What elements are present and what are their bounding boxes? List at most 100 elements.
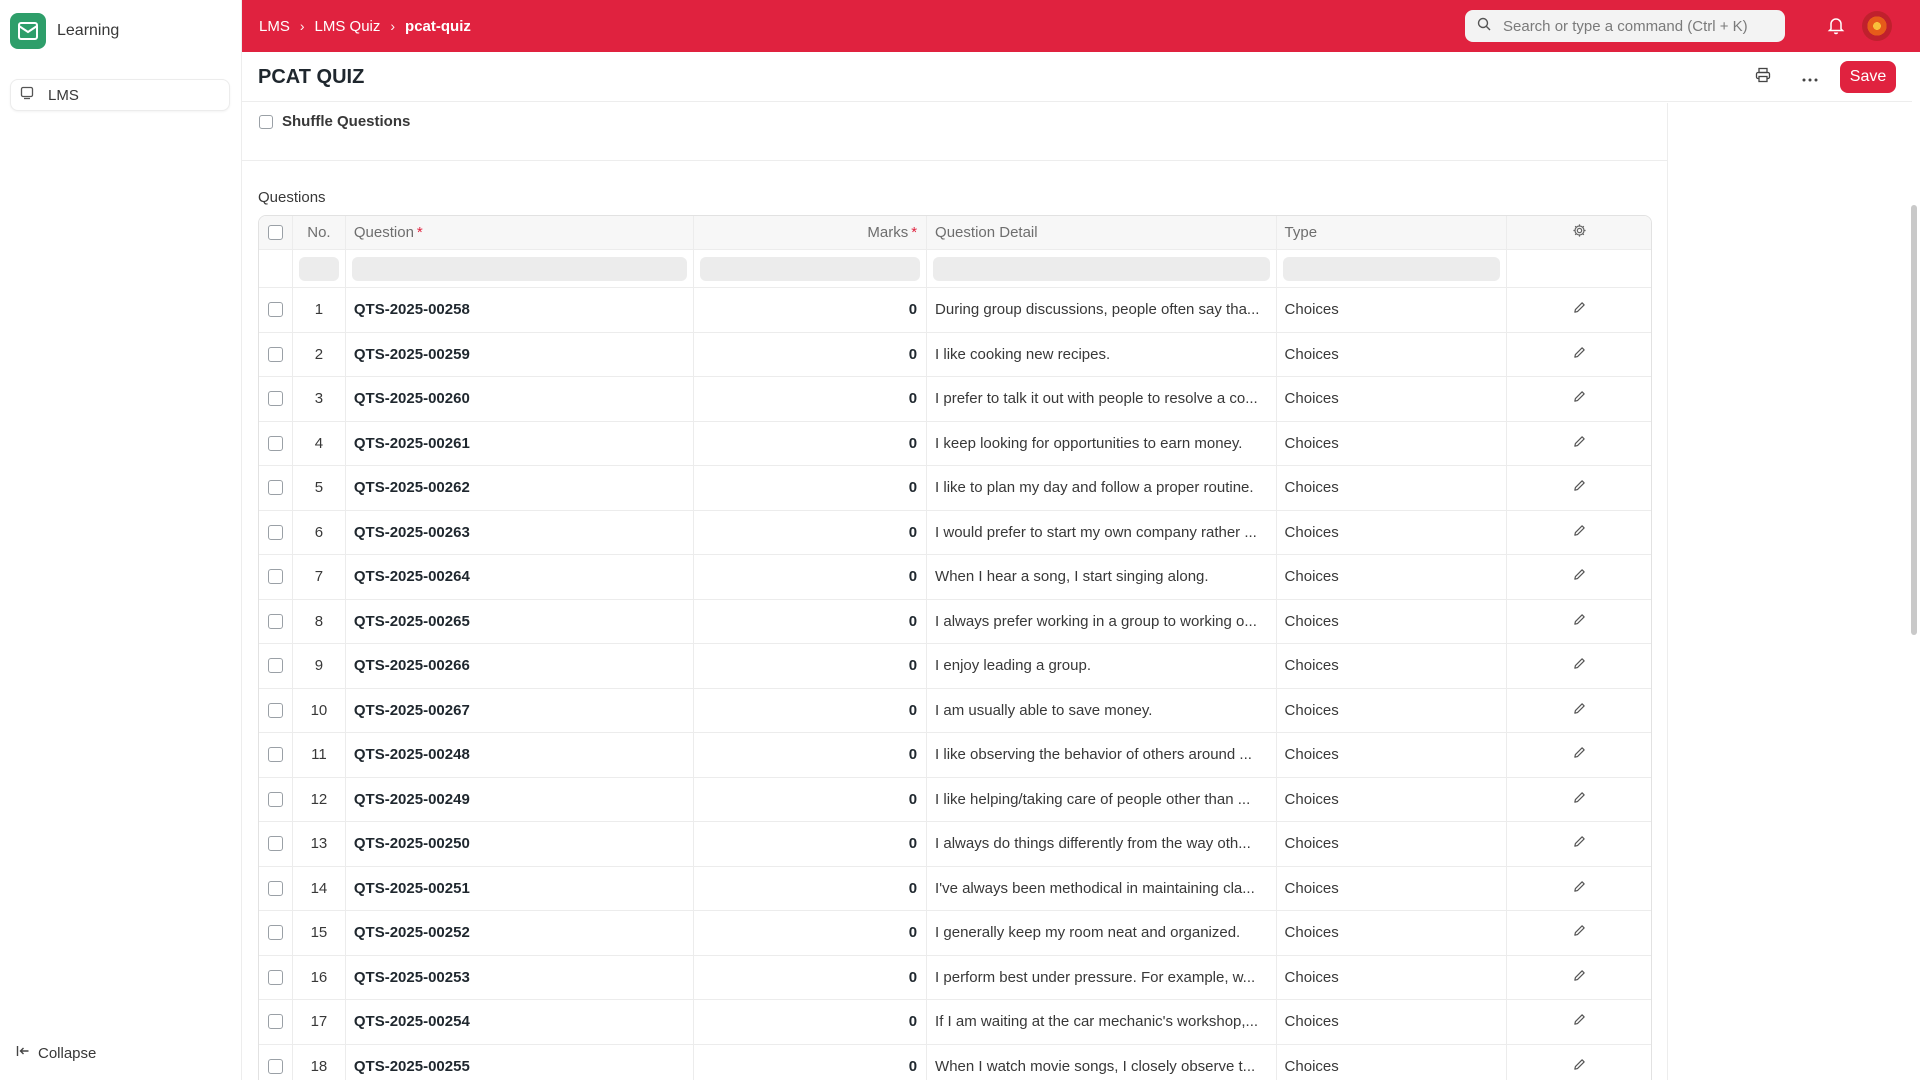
question-link[interactable]: QTS-2025-00249 <box>354 791 470 808</box>
marks-cell[interactable]: 0 <box>694 955 928 999</box>
table-row[interactable]: 3 QTS-2025-00260 0 I prefer to talk it o… <box>259 377 1651 422</box>
table-row[interactable]: 7 QTS-2025-00264 0 When I hear a song, I… <box>259 555 1651 600</box>
marks-cell[interactable]: 0 <box>694 466 928 510</box>
question-cell[interactable]: QTS-2025-00261 <box>346 421 695 465</box>
shuffle-questions-checkbox[interactable] <box>259 114 273 129</box>
table-row[interactable]: 2 QTS-2025-00259 0 I like cooking new re… <box>259 332 1651 377</box>
type-cell[interactable]: Choices <box>1277 510 1508 554</box>
row-checkbox[interactable] <box>267 569 283 585</box>
edit-row-button[interactable] <box>1507 867 1651 911</box>
question-link[interactable]: QTS-2025-00264 <box>354 568 470 585</box>
row-checkbox[interactable] <box>267 346 283 362</box>
question-detail-cell[interactable]: When I hear a song, I start singing alon… <box>927 555 1277 599</box>
type-cell[interactable]: Choices <box>1277 733 1508 777</box>
type-cell[interactable]: Choices <box>1277 777 1508 821</box>
filter-question-input[interactable] <box>351 256 688 281</box>
type-cell[interactable]: Choices <box>1277 1000 1508 1044</box>
question-link[interactable]: QTS-2025-00258 <box>354 301 470 318</box>
page-scrollbar[interactable] <box>1911 205 1917 635</box>
marks-cell[interactable]: 0 <box>694 822 928 866</box>
row-checkbox[interactable] <box>267 791 283 807</box>
marks-cell[interactable]: 0 <box>694 332 928 376</box>
row-checkbox[interactable] <box>267 747 283 763</box>
table-row[interactable]: 14 QTS-2025-00251 0 I've always been met… <box>259 866 1651 911</box>
table-row[interactable]: 12 QTS-2025-00249 0 I like helping/takin… <box>259 777 1651 822</box>
question-link[interactable]: QTS-2025-00259 <box>354 346 470 363</box>
question-detail-cell[interactable]: I perform best under pressure. For examp… <box>927 955 1277 999</box>
question-detail-cell[interactable]: I am usually able to save money. <box>927 688 1277 732</box>
question-detail-cell[interactable]: I keep looking for opportunities to earn… <box>927 421 1277 465</box>
table-row[interactable]: 10 QTS-2025-00267 0 I am usually able to… <box>259 688 1651 733</box>
table-row[interactable]: 6 QTS-2025-00263 0 I would prefer to sta… <box>259 510 1651 555</box>
edit-row-button[interactable] <box>1507 911 1651 955</box>
type-cell[interactable]: Choices <box>1277 377 1508 421</box>
row-checkbox[interactable] <box>267 613 283 629</box>
question-cell[interactable]: QTS-2025-00252 <box>346 911 695 955</box>
edit-row-button[interactable] <box>1507 466 1651 510</box>
column-settings-button[interactable] <box>1507 216 1651 249</box>
marks-cell[interactable]: 0 <box>694 911 928 955</box>
edit-row-button[interactable] <box>1507 555 1651 599</box>
row-checkbox[interactable] <box>267 524 283 540</box>
question-cell[interactable]: QTS-2025-00254 <box>346 1000 695 1044</box>
type-cell[interactable]: Choices <box>1277 599 1508 643</box>
table-row[interactable]: 1 QTS-2025-00258 0 During group discussi… <box>259 288 1651 333</box>
marks-cell[interactable]: 0 <box>694 644 928 688</box>
shuffle-questions-field[interactable]: Shuffle Questions <box>259 113 410 130</box>
filter-type-input[interactable] <box>1282 256 1501 281</box>
marks-cell[interactable]: 0 <box>694 1000 928 1044</box>
marks-cell[interactable]: 0 <box>694 599 928 643</box>
marks-cell[interactable]: 0 <box>694 733 928 777</box>
question-detail-cell[interactable]: I like helping/taking care of people oth… <box>927 777 1277 821</box>
type-cell[interactable]: Choices <box>1277 866 1508 910</box>
question-cell[interactable]: QTS-2025-00267 <box>346 688 695 732</box>
type-cell[interactable]: Choices <box>1277 688 1508 732</box>
type-cell[interactable]: Choices <box>1277 911 1508 955</box>
table-row[interactable]: 5 QTS-2025-00262 0 I like to plan my day… <box>259 466 1651 511</box>
filter-detail-input[interactable] <box>933 256 1270 281</box>
question-cell[interactable]: QTS-2025-00258 <box>346 288 695 332</box>
question-link[interactable]: QTS-2025-00261 <box>354 435 470 452</box>
marks-cell[interactable]: 0 <box>694 421 928 465</box>
row-checkbox[interactable] <box>267 925 283 941</box>
filter-marks-input[interactable] <box>700 256 921 281</box>
row-checkbox[interactable] <box>267 391 283 407</box>
table-row[interactable]: 15 QTS-2025-00252 0 I generally keep my … <box>259 911 1651 956</box>
question-detail-cell[interactable]: I like observing the behavior of others … <box>927 733 1277 777</box>
row-checkbox[interactable] <box>267 435 283 451</box>
type-cell[interactable]: Choices <box>1277 644 1508 688</box>
question-cell[interactable]: QTS-2025-00250 <box>346 822 695 866</box>
question-cell[interactable]: QTS-2025-00262 <box>346 466 695 510</box>
filter-no[interactable] <box>293 250 346 287</box>
notifications-bell-icon[interactable] <box>1827 15 1845 39</box>
table-row[interactable]: 18 QTS-2025-00255 0 When I watch movie s… <box>259 1044 1651 1080</box>
filter-type[interactable] <box>1277 250 1508 287</box>
filter-detail[interactable] <box>927 250 1277 287</box>
marks-cell[interactable]: 0 <box>694 510 928 554</box>
row-checkbox[interactable] <box>267 1058 283 1074</box>
select-all-checkbox[interactable] <box>267 225 283 240</box>
table-row[interactable]: 17 QTS-2025-00254 0 If I am waiting at t… <box>259 1000 1651 1045</box>
type-cell[interactable]: Choices <box>1277 955 1508 999</box>
type-cell[interactable]: Choices <box>1277 332 1508 376</box>
table-row[interactable]: 11 QTS-2025-00248 0 I like observing the… <box>259 733 1651 778</box>
search-input[interactable] <box>1503 17 1773 35</box>
save-button[interactable]: Save <box>1840 61 1896 93</box>
question-detail-cell[interactable]: I like to plan my day and follow a prope… <box>927 466 1277 510</box>
question-detail-cell[interactable]: I enjoy leading a group. <box>927 644 1277 688</box>
marks-cell[interactable]: 0 <box>694 377 928 421</box>
app-switcher[interactable]: Learning <box>10 13 119 49</box>
row-checkbox[interactable] <box>267 969 283 985</box>
edit-row-button[interactable] <box>1507 1045 1651 1080</box>
table-row[interactable]: 8 QTS-2025-00265 0 I always prefer worki… <box>259 599 1651 644</box>
question-link[interactable]: QTS-2025-00248 <box>354 746 470 763</box>
type-cell[interactable]: Choices <box>1277 288 1508 332</box>
type-cell[interactable]: Choices <box>1277 466 1508 510</box>
question-detail-cell[interactable]: I would prefer to start my own company r… <box>927 510 1277 554</box>
question-detail-cell[interactable]: I generally keep my room neat and organi… <box>927 911 1277 955</box>
edit-row-button[interactable] <box>1507 422 1651 466</box>
type-cell[interactable]: Choices <box>1277 1044 1508 1080</box>
question-detail-cell[interactable]: I like cooking new recipes. <box>927 332 1277 376</box>
question-cell[interactable]: QTS-2025-00255 <box>346 1044 695 1080</box>
row-checkbox[interactable] <box>267 658 283 674</box>
